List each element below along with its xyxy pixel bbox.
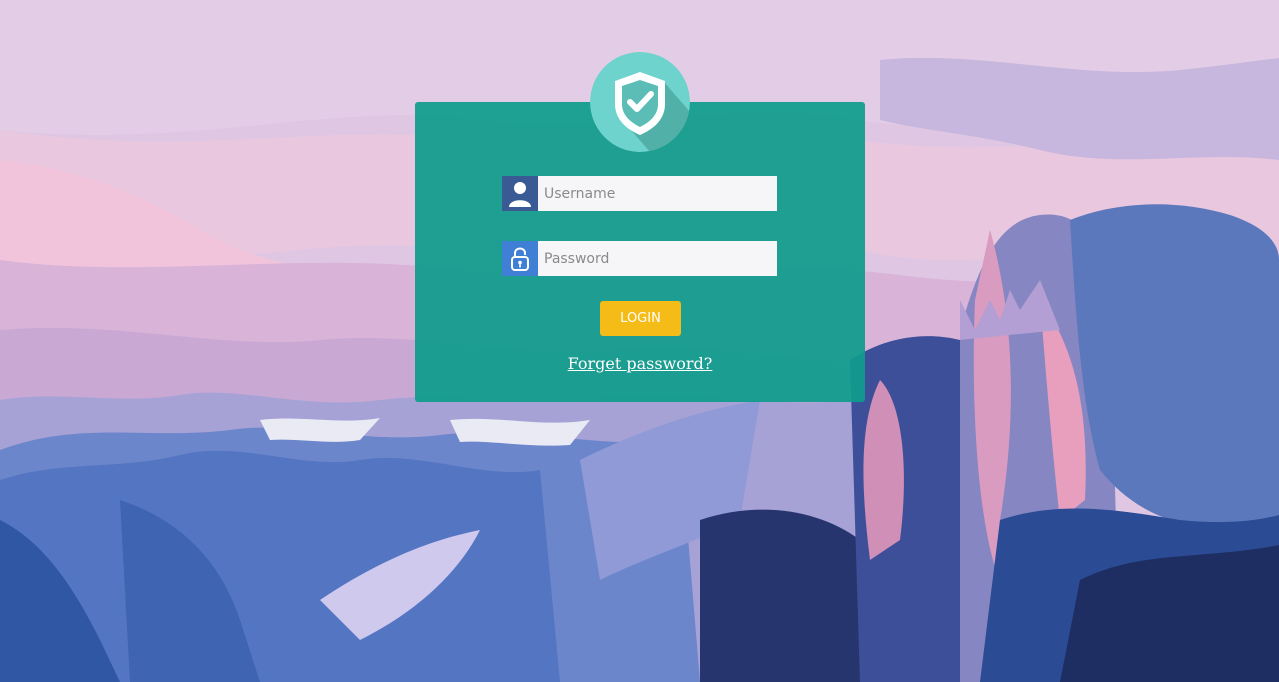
shield-check-icon (590, 52, 690, 152)
forgot-password-link[interactable]: Forget password? (540, 354, 740, 373)
padlock-icon (502, 241, 538, 276)
username-field (502, 176, 777, 211)
username-input[interactable] (538, 176, 777, 211)
password-input[interactable] (538, 241, 777, 276)
password-field (502, 241, 777, 276)
login-button[interactable]: LOGIN (600, 301, 681, 336)
user-icon (502, 176, 538, 211)
